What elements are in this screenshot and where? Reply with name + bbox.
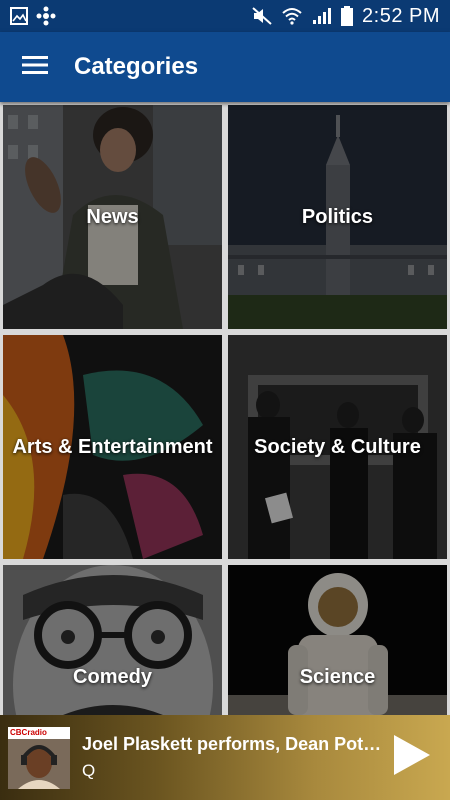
play-icon [392,733,432,782]
menu-button[interactable] [0,32,70,102]
mute-icon [252,7,272,25]
cbc-gem-icon [36,6,56,26]
now-playing-show: Q [82,761,96,780]
category-label: Society & Culture [254,435,421,458]
status-time: 2:52 PM [362,4,440,27]
category-tile-news[interactable]: News [3,105,222,329]
category-grid: News Politics Arts & Entertainment Socie… [0,102,450,715]
category-label: Science [299,665,376,688]
category-label: Arts & Entertainment [12,435,213,458]
category-tile-comedy[interactable]: Comedy [3,565,222,715]
hamburger-menu-icon [22,55,48,80]
battery-icon [341,6,354,26]
cbc-radio-logo: CBCradio [8,726,70,739]
app-bar: Categories [0,32,450,102]
category-tile-arts-entertainment[interactable]: Arts & Entertainment [3,335,222,559]
now-playing-thumbnail: CBCradio [8,726,70,789]
signal-icon [312,7,332,25]
category-label: Politics [301,205,374,228]
play-button[interactable] [380,726,444,790]
status-bar: 2:52 PM [0,0,450,32]
category-tile-politics[interactable]: Politics [228,105,447,329]
category-label: News [86,205,139,228]
category-label: Comedy [73,665,152,688]
wifi-icon [281,7,303,25]
category-tile-science[interactable]: Science [228,565,447,715]
now-playing-title: Joel Plaskett performs, Dean Potter... [82,734,382,754]
now-playing-bar[interactable]: CBCradio Joel Plaskett performs, Dean Po… [0,715,450,800]
category-tile-society-culture[interactable]: Society & Culture [228,335,447,559]
image-icon [10,7,28,25]
page-title: Categories [74,53,199,80]
